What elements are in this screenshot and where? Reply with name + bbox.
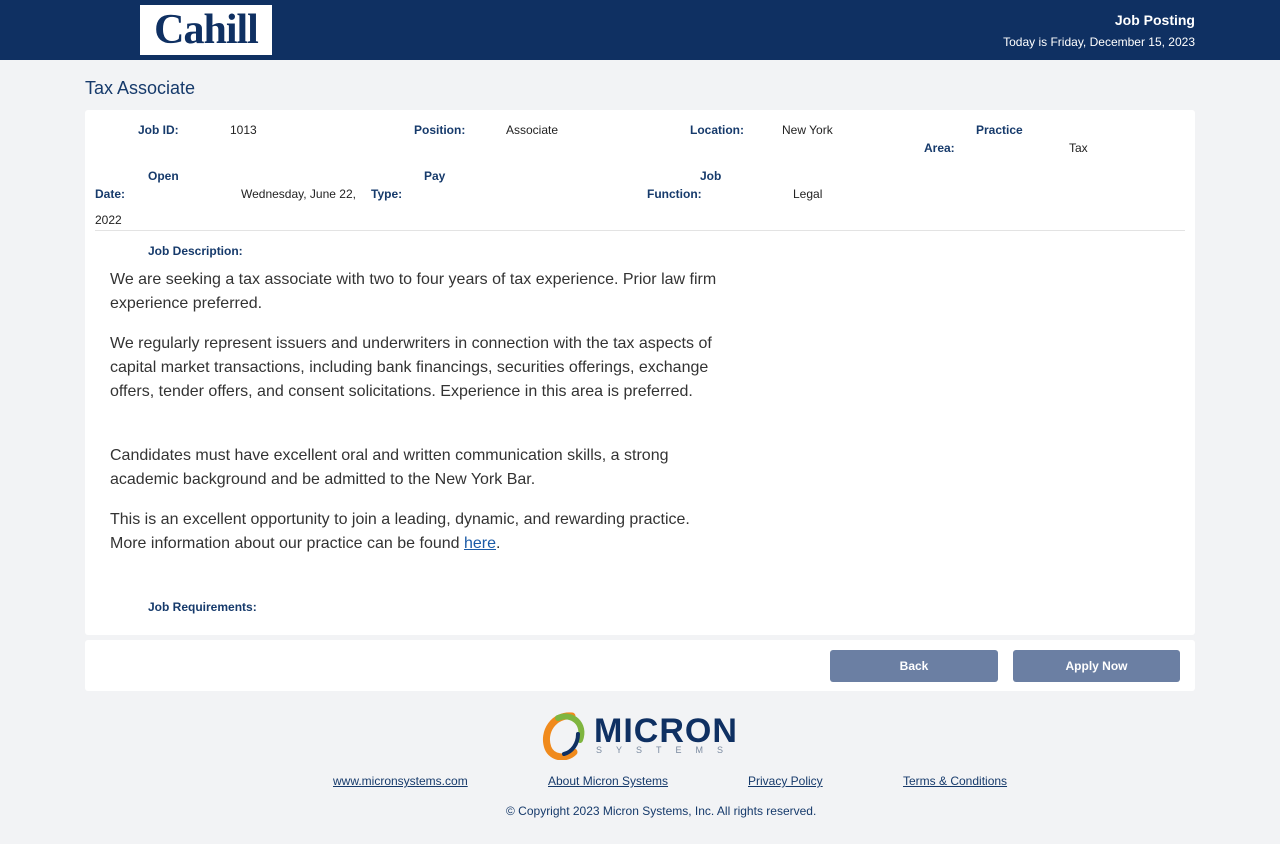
position-label: Position: (414, 123, 466, 137)
job-function-label-line1: Job (700, 169, 722, 183)
job-description-label: Job Description: (148, 244, 243, 258)
footer-link-privacy[interactable]: Privacy Policy (748, 773, 823, 789)
description-paragraph-3: Candidates must have excellent oral and … (110, 447, 669, 488)
footer-link-terms[interactable]: Terms & Conditions (903, 773, 1007, 789)
description-paragraph-4: This is an excellent opportunity to join… (110, 508, 720, 556)
job-function-value: Legal (793, 187, 823, 201)
pay-type-label-line1: Pay (424, 169, 446, 183)
paragraph-4-text: This is an excellent opportunity to join… (110, 511, 690, 552)
actions-bar: Back Apply Now (85, 640, 1195, 691)
open-date-value-line1: Wednesday, June 22, (241, 187, 356, 201)
practice-area-label-line1: Practice (976, 123, 1023, 137)
location-label: Location: (690, 123, 744, 137)
logo-subword: SYSTEMS (596, 745, 738, 755)
micron-systems-logo[interactable]: MICRON SYSTEMS (542, 710, 742, 762)
header-date: Today is Friday, December 15, 2023 (1003, 35, 1195, 49)
page-title: Tax Associate (85, 78, 196, 98)
cahill-logo[interactable]: Cahill (140, 5, 272, 55)
header-title: Job Posting (1114, 12, 1195, 28)
description-paragraph-2: We regularly represent issuers and under… (110, 335, 712, 400)
logo-word: MICRON (594, 712, 738, 750)
apply-now-button[interactable]: Apply Now (1013, 650, 1180, 682)
job-id-label: Job ID: (138, 123, 179, 137)
pay-type-label-line2: Type: (371, 187, 403, 201)
job-id-value: 1013 (230, 123, 257, 137)
copyright-text: © Copyright 2023 Micron Systems, Inc. Al… (506, 804, 817, 818)
position-value: Associate (506, 123, 559, 137)
back-button[interactable]: Back (830, 650, 998, 682)
job-requirements-label: Job Requirements: (148, 600, 257, 614)
practice-info-link[interactable]: here (464, 535, 496, 552)
paragraph-4-end: . (496, 535, 501, 552)
divider (95, 230, 1185, 231)
footer-link-about[interactable]: About Micron Systems (548, 773, 668, 789)
open-date-value-line2: 2022 (95, 213, 122, 227)
header-bar: Cahill Job Posting Today is Friday, Dece… (0, 0, 1280, 60)
footer-link-website[interactable]: www.micronsystems.com (333, 773, 468, 789)
job-function-label-line2: Function: (647, 187, 702, 201)
practice-area-label-line2: Area: (924, 141, 955, 155)
description-paragraph-1: We are seeking a tax associate with two … (110, 271, 717, 312)
micron-swoosh-icon (543, 712, 585, 760)
open-date-label-line2: Date: (95, 187, 126, 201)
job-details-card: Job ID: 1013 Position: Associate Locatio… (85, 110, 1195, 635)
practice-area-value: Tax (1069, 141, 1088, 155)
location-value: New York (782, 123, 833, 137)
open-date-label-line1: Open (148, 169, 179, 183)
logo-text: Cahill (154, 7, 259, 53)
